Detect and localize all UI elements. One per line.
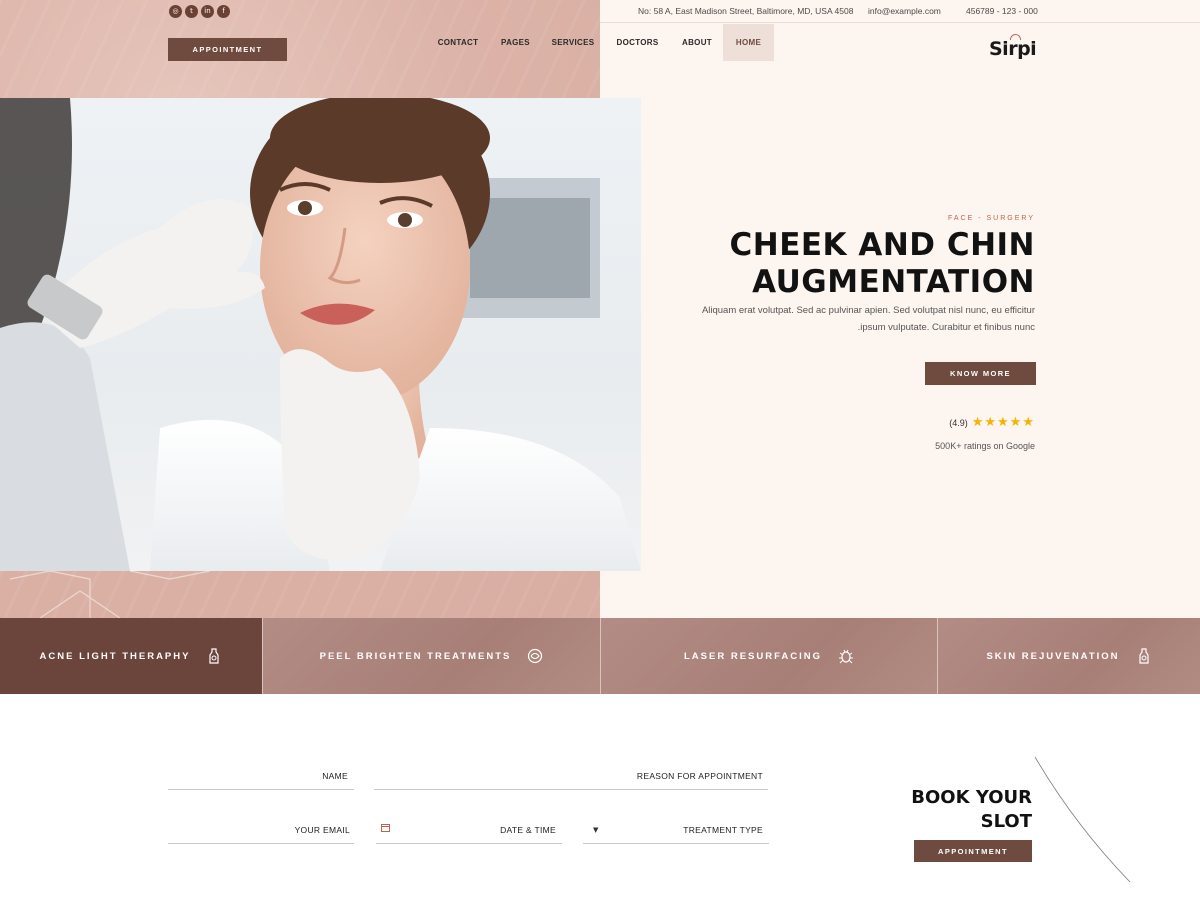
address-text: No: 58 A, East Madison Street, Baltimore… [638,6,854,16]
name-field-label: NAME [322,771,348,781]
hero-image [0,98,641,571]
hexagon-pattern [9,571,211,618]
social-links: ◎ t in f [169,5,230,18]
hero-eyebrow: FACE - SURGERY [948,215,1035,222]
reason-field[interactable] [374,789,768,790]
service-laser-resurfacing[interactable]: LASER RESURFACING [601,618,938,694]
hero-title: CHEEK AND CHIN AUGMENTATION [730,227,1036,301]
nav-about[interactable]: ABOUT [676,24,718,61]
site-logo[interactable]: Sirpi [989,38,1037,60]
service-label: SKIN REJUVENATION [986,650,1120,662]
star-rating-icon: ★★★★★ [971,415,1035,430]
datetime-field[interactable] [376,843,562,844]
rating-caption: 500K+ ratings on Google [935,441,1035,451]
linkedin-icon[interactable]: in [201,5,214,18]
service-acne-light-therapy[interactable]: ACNE LIGHT THERAPHY [0,618,263,694]
hero-description-line2: .ipsum vulputate. Curabitur et finibus n… [857,322,1035,333]
booking-title: BOOK YOUR SLOT [911,786,1032,834]
booking-title-line1: BOOK YOUR [911,787,1032,808]
bug-icon [838,649,853,664]
service-peel-brighten[interactable]: PEEL BRIGHTEN TREATMENTS [263,618,601,694]
rating-value: (4.9) [949,417,968,428]
twitter-icon[interactable]: t [185,5,198,18]
phone-text: 456789 - 123 - 000 [966,6,1038,16]
treatment-field-label: TREATMENT TYPE [683,825,763,835]
services-strip: ACNE LIGHT THERAPHY PEEL BRIGHTEN TREATM… [0,618,1200,694]
chevron-down-icon[interactable]: ▼ [593,826,598,834]
nav-services[interactable]: SERVICES [547,24,599,61]
booking-appointment-button[interactable]: APPOINTMENT [914,840,1032,862]
hero-title-line2: AUGMENTATION [752,264,1035,300]
topbar-divider [600,22,1200,23]
bottle-icon [1138,648,1149,664]
name-field[interactable] [168,789,354,790]
calendar-icon[interactable] [381,823,390,832]
decorative-curve [1034,756,1131,883]
hero-description: Aliquam erat volutpat. Sed ac pulvinar a… [615,302,1035,336]
bottle-icon [209,648,220,664]
facebook-icon[interactable]: f [217,5,230,18]
service-label: LASER RESURFACING [684,650,822,662]
nav-pages[interactable]: PAGES [494,24,537,61]
hero-title-line1: CHEEK AND CHIN [729,227,1035,263]
datetime-field-label: DATE & TIME [500,825,556,835]
email-field[interactable] [168,843,354,844]
service-label: PEEL BRIGHTEN TREATMENTS [319,650,512,662]
nav-home[interactable]: HOME [723,24,774,61]
hero-description-line1: Aliquam erat volutpat. Sed ac pulvinar a… [701,305,1035,316]
treatment-select[interactable] [583,843,769,844]
rating: (4.9) ★★★★★ [949,415,1035,430]
hero-photo-illustration [0,98,641,571]
service-label: ACNE LIGHT THERAPHY [39,650,191,662]
booking-title-line2: SLOT [980,811,1032,832]
nav-contact[interactable]: CONTACT [432,24,484,61]
service-skin-rejuvenation[interactable]: SKIN REJUVENATION [938,618,1200,694]
email-link[interactable]: info@example.com [868,6,941,16]
email-field-label: YOUR EMAIL [294,825,350,835]
appointment-button[interactable]: APPOINTMENT [168,38,287,61]
nav-doctors[interactable]: DOCTORS [609,24,666,61]
know-more-button[interactable]: KNOW MORE [925,362,1036,385]
refresh-icon [528,648,543,664]
reason-field-label: REASON FOR APPOINTMENT [636,771,763,781]
instagram-icon[interactable]: ◎ [169,5,182,18]
